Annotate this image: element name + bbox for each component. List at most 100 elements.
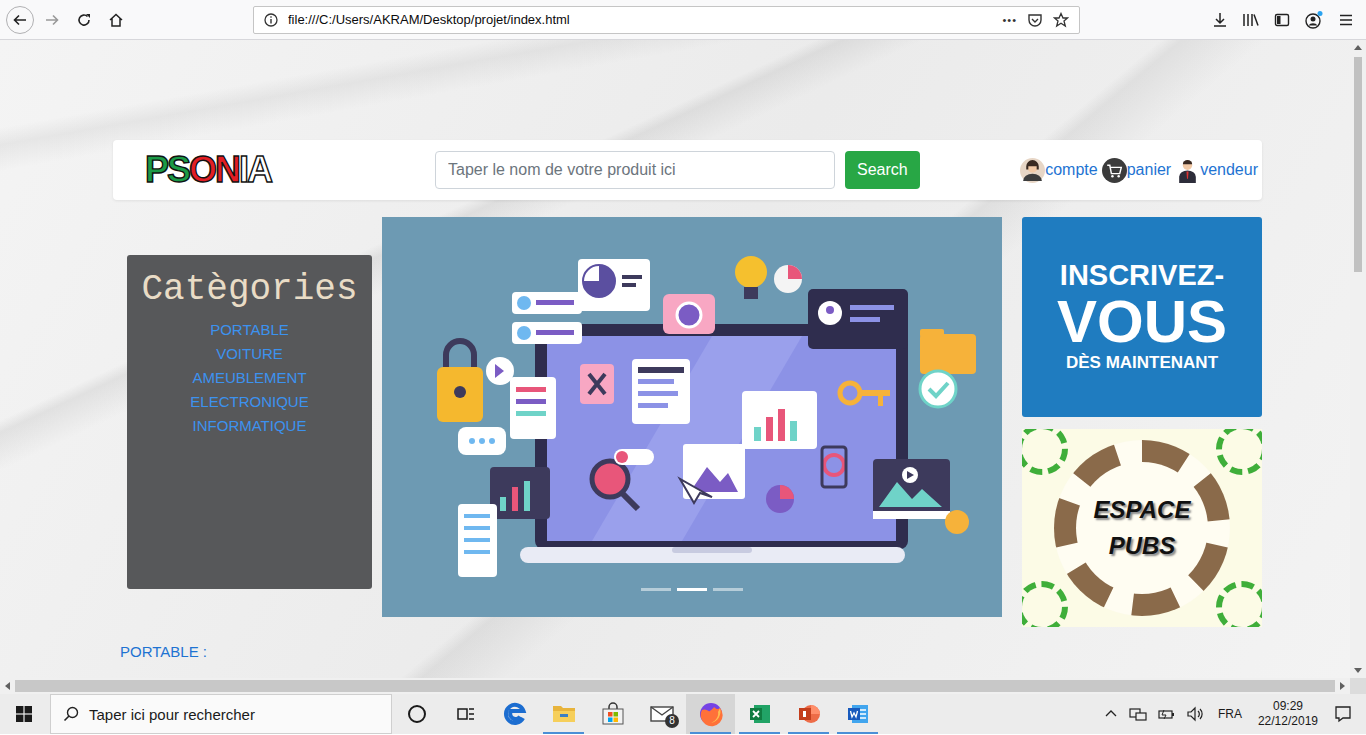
- reload-button[interactable]: [70, 6, 98, 34]
- horizontal-scrollbar[interactable]: [0, 678, 1366, 694]
- site-logo[interactable]: PSONIA: [145, 149, 271, 190]
- carousel-indicators: [382, 588, 1002, 591]
- page-actions-button[interactable]: •••: [1002, 14, 1017, 26]
- carousel-indicator[interactable]: [677, 588, 707, 591]
- taskbar-app[interactable]: [588, 694, 637, 734]
- back-arrow-icon: [12, 12, 28, 28]
- language-indicator[interactable]: FRA: [1218, 707, 1242, 721]
- cart-icon: [1102, 158, 1127, 183]
- library-icon[interactable]: [1242, 12, 1260, 28]
- category-item[interactable]: AMEUBLEMENT: [192, 366, 306, 390]
- category-item[interactable]: PORTABLE: [210, 318, 289, 342]
- header-link[interactable]: vendeur: [1175, 158, 1258, 183]
- taskbar-search[interactable]: Taper ici pour rechercher: [50, 694, 392, 734]
- vertical-scrollbar[interactable]: [1350, 40, 1366, 678]
- taskbar-app[interactable]: [441, 694, 490, 734]
- signup-text: INSCRIVEZ-: [1060, 260, 1224, 292]
- folder-icon: [552, 703, 576, 725]
- notifications-icon[interactable]: [1334, 705, 1352, 723]
- running-indicator: [543, 732, 584, 734]
- home-button[interactable]: [102, 6, 130, 34]
- carousel-indicator[interactable]: [713, 588, 743, 591]
- scroll-up-icon[interactable]: [1354, 45, 1362, 50]
- store-icon: [601, 702, 625, 726]
- download-icon[interactable]: [1212, 12, 1228, 28]
- logo-part: ON: [189, 149, 239, 190]
- carousel: [382, 217, 1002, 617]
- volume-icon[interactable]: [1186, 706, 1204, 722]
- scroll-right-icon[interactable]: [1340, 682, 1345, 690]
- category-item[interactable]: INFORMATIQUE: [193, 414, 307, 438]
- signup-banner[interactable]: INSCRIVEZ-VOUSDÈS MAINTENANT: [1022, 217, 1262, 417]
- clock-date: 22/12/2019: [1258, 714, 1318, 729]
- toolbar-right: [1212, 10, 1366, 30]
- scroll-left-icon[interactable]: [5, 682, 10, 690]
- taskbar-app[interactable]: [686, 694, 735, 734]
- cortana-icon: [407, 704, 427, 724]
- edge-icon: [503, 702, 527, 726]
- scroll-thumb[interactable]: [1354, 57, 1362, 272]
- taskbar-app[interactable]: [735, 694, 784, 734]
- logo-part: IA: [239, 149, 271, 190]
- right-column: INSCRIVEZ-VOUSDÈS MAINTENANTESPACEPUBS: [1022, 217, 1262, 627]
- search-button[interactable]: Search: [845, 151, 920, 189]
- taskbar-app[interactable]: [784, 694, 833, 734]
- info-icon: [264, 13, 278, 27]
- header-link[interactable]: panier: [1102, 158, 1171, 183]
- web-page: PSONIA Search comptepanier vendeur Catègorie…: [0, 40, 1350, 678]
- signup-text: VOUS: [1057, 292, 1227, 352]
- forward-button[interactable]: [38, 6, 66, 34]
- signup-text: DÈS MAINTENANT: [1066, 352, 1218, 374]
- pocket-icon[interactable]: [1027, 12, 1043, 28]
- header-links: comptepanier vendeur: [1020, 158, 1262, 183]
- header-link[interactable]: compte: [1020, 158, 1097, 183]
- browser-toolbar: file:///C:/Users/AKRAM/Desktop/projet/in…: [0, 0, 1366, 40]
- category-item[interactable]: VOITURE: [216, 342, 283, 366]
- star-icon[interactable]: [1053, 12, 1069, 28]
- taskbar-app[interactable]: [392, 694, 441, 734]
- chevron-up-icon[interactable]: [1104, 707, 1118, 721]
- scroll-track: [15, 678, 1335, 694]
- running-indicator: [739, 732, 780, 734]
- carousel-indicator[interactable]: [641, 588, 671, 591]
- screen: file:///C:/Users/AKRAM/Desktop/projet/in…: [0, 0, 1366, 735]
- search-form: Search: [435, 151, 920, 189]
- network-icon[interactable]: [1128, 706, 1148, 722]
- excel-icon: [748, 702, 772, 726]
- power-icon[interactable]: [1158, 706, 1176, 722]
- scroll-down-icon[interactable]: [1354, 668, 1362, 673]
- address-bar[interactable]: file:///C:/Users/AKRAM/Desktop/projet/in…: [253, 6, 1080, 34]
- word-icon: [846, 702, 870, 726]
- category-item[interactable]: ELECTRONIQUE: [190, 390, 308, 414]
- scroll-thumb[interactable]: [15, 680, 1335, 692]
- taskbar-search-placeholder: Taper ici pour rechercher: [89, 706, 255, 723]
- taskbar-app[interactable]: 8: [637, 694, 686, 734]
- sidebar-icon[interactable]: [1274, 12, 1290, 28]
- powerpoint-icon: [797, 702, 821, 726]
- system-tray: FRA 09:2922/12/2019: [1104, 694, 1366, 734]
- start-button[interactable]: [0, 694, 48, 734]
- account-icon[interactable]: [1304, 10, 1324, 30]
- running-indicator: [788, 732, 829, 734]
- header-link-label: vendeur: [1200, 161, 1258, 179]
- ads-text: PUBS: [1109, 528, 1176, 564]
- taskbar-app[interactable]: [833, 694, 882, 734]
- search-input[interactable]: [435, 151, 835, 189]
- categories-panel: Catègories PORTABLEVOITUREAMEUBLEMENTELEC…: [127, 255, 372, 589]
- firefox-icon: [698, 701, 724, 727]
- logo-wrap: PSONIA: [113, 149, 435, 191]
- back-button[interactable]: [6, 6, 34, 34]
- page-container: PSONIA Search comptepanier vendeur Catègorie…: [113, 140, 1262, 660]
- ads-banner[interactable]: ESPACEPUBS: [1022, 429, 1262, 627]
- main-row: Catègories PORTABLEVOITUREAMEUBLEMENTELEC…: [113, 217, 1262, 627]
- running-indicator: [837, 732, 878, 734]
- categories-title: Catègories: [141, 269, 357, 310]
- menu-icon[interactable]: [1338, 12, 1354, 28]
- taskbar-app[interactable]: [490, 694, 539, 734]
- url-text[interactable]: file:///C:/Users/AKRAM/Desktop/projet/in…: [288, 12, 992, 27]
- clock[interactable]: 09:2922/12/2019: [1252, 699, 1324, 729]
- taskbar-app[interactable]: [539, 694, 588, 734]
- reload-icon: [76, 12, 92, 28]
- site-header: PSONIA Search comptepanier vendeur: [113, 140, 1262, 200]
- section-title[interactable]: PORTABLE :: [120, 643, 1262, 660]
